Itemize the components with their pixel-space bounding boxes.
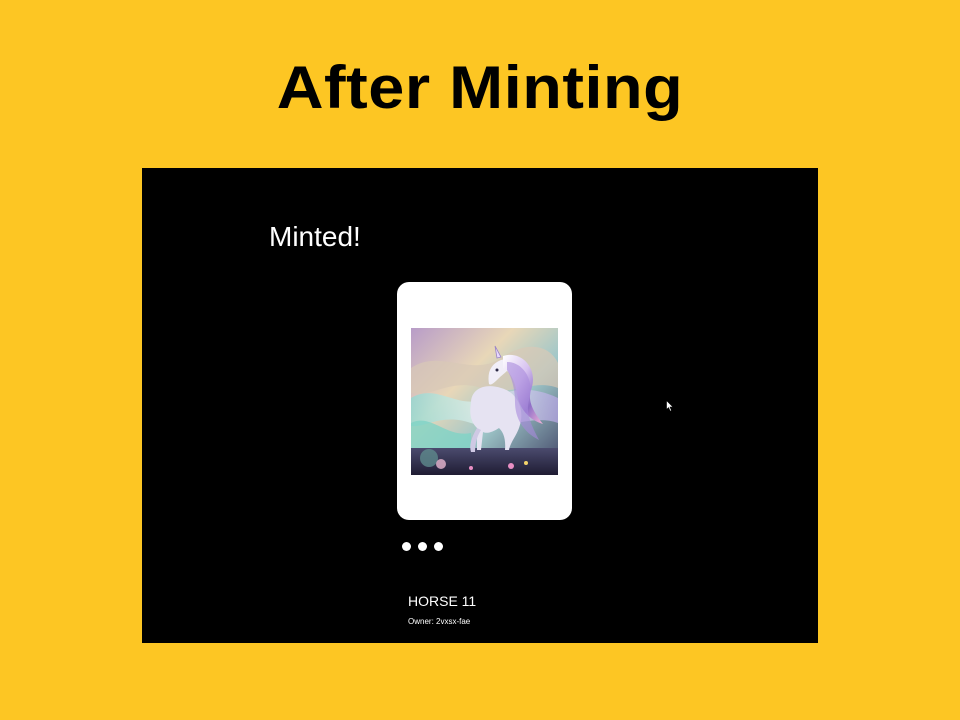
app-screenshot: Minted! HORSE 11 Owner: 2vxsx-fae	[142, 168, 818, 643]
minted-heading: Minted!	[269, 221, 361, 252]
carousel-dot[interactable]	[418, 542, 427, 551]
nft-card[interactable]	[397, 282, 572, 520]
nft-owner: Owner: 2vxsx-fae	[408, 617, 471, 626]
nft-name: HORSE 11	[408, 593, 477, 609]
carousel-dot[interactable]	[434, 542, 443, 551]
mouse-cursor-icon	[666, 400, 674, 412]
carousel-dot[interactable]	[402, 542, 411, 551]
slide-title: After Minting	[276, 54, 684, 121]
carousel-dots[interactable]	[402, 542, 443, 551]
unicorn-artwork-icon	[411, 328, 558, 475]
nft-image[interactable]	[411, 328, 558, 475]
